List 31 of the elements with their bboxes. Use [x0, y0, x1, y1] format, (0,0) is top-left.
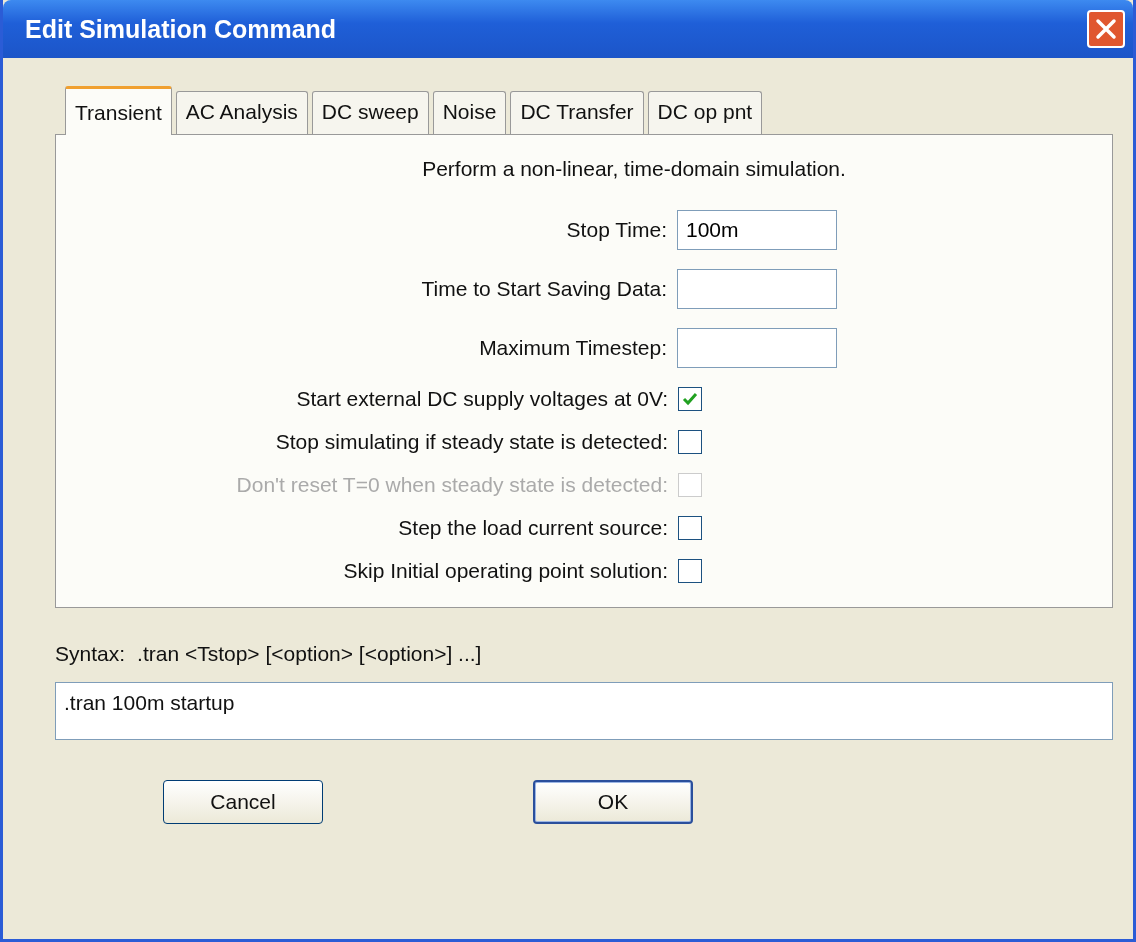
- check-icon: [681, 390, 699, 408]
- dialog-button[interactable]: OK: [533, 780, 693, 824]
- close-icon: [1093, 16, 1119, 42]
- tab[interactable]: DC Transfer: [510, 91, 644, 134]
- tab[interactable]: Transient: [65, 86, 172, 135]
- field-label: Stop Time:: [566, 218, 667, 242]
- tab[interactable]: DC op pnt: [647, 91, 763, 134]
- option-label: Don't reset T=0 when steady state is detected:: [236, 473, 668, 497]
- option-label: Start external DC supply voltages at 0V:: [296, 387, 668, 411]
- dialog-button[interactable]: Cancel: [163, 780, 323, 824]
- syntax-label: Syntax:: [55, 642, 126, 666]
- tab[interactable]: Noise: [432, 91, 507, 134]
- close-button[interactable]: [1087, 10, 1125, 48]
- field-label: Time to Start Saving Data:: [421, 277, 667, 301]
- input-field[interactable]: [677, 328, 837, 368]
- option-label: Skip Initial operating point solution:: [343, 559, 668, 583]
- description-text: Perform a non-linear, time-domain simulation.: [421, 157, 847, 181]
- command-field[interactable]: .tran 100m startup: [55, 682, 1113, 740]
- field-label: Maximum Timestep:: [479, 336, 667, 360]
- syntax-text: .tran <Tstop> [<option> [<option>] ...]: [137, 642, 482, 666]
- checkbox[interactable]: [678, 559, 702, 583]
- input-field[interactable]: 100m: [677, 210, 837, 250]
- option-label: Stop simulating if steady state is detected:: [275, 430, 668, 454]
- checkbox[interactable]: [678, 516, 702, 540]
- input-field[interactable]: [677, 269, 837, 309]
- checkbox[interactable]: [678, 387, 702, 411]
- window-title: Edit Simulation Command: [25, 14, 337, 44]
- tab[interactable]: DC sweep: [311, 91, 429, 134]
- checkbox[interactable]: [678, 430, 702, 454]
- option-label: Step the load current source:: [398, 516, 668, 540]
- tab[interactable]: AC Analysis: [175, 91, 308, 134]
